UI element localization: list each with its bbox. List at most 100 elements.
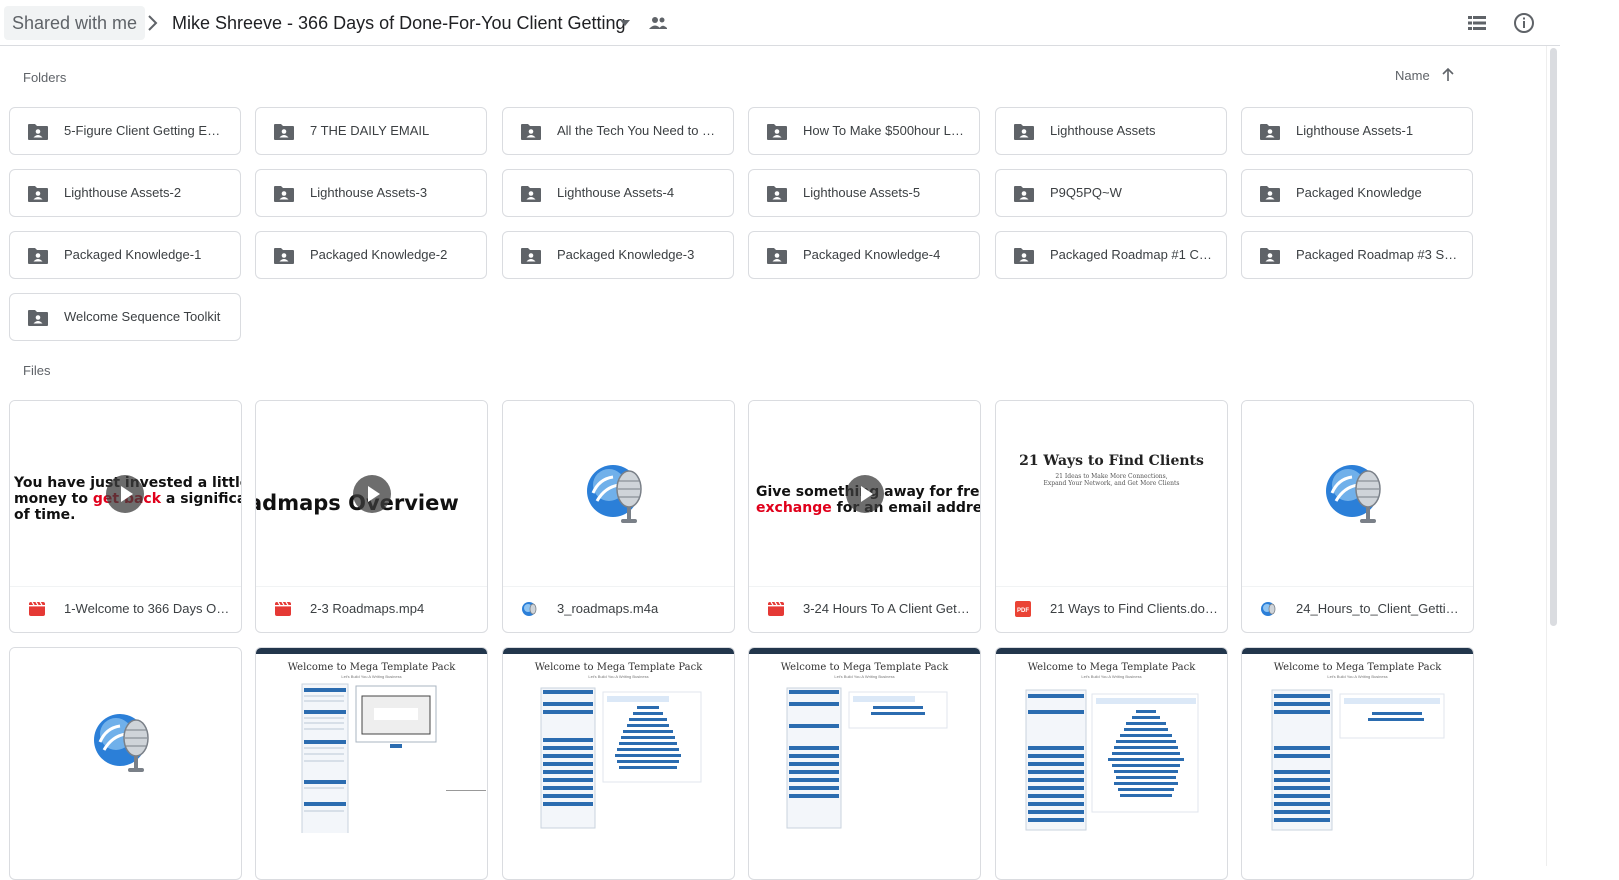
template-preview (301, 683, 486, 833)
shared-folder-icon (767, 124, 787, 140)
shared-folder-icon (1014, 124, 1034, 140)
file-card[interactable]: Welcome to Mega Template Pack Let's Buil… (748, 647, 981, 880)
files-section-label: Files (23, 363, 51, 378)
folder-item[interactable]: Packaged Knowledge-3 (502, 231, 734, 279)
microphone-icon (587, 465, 642, 523)
file-card[interactable]: You have just invested a little a money … (9, 400, 242, 633)
folder-name: Welcome Sequence Toolkit (64, 309, 221, 324)
thumbnail-title: Welcome to Mega Template Pack (534, 662, 703, 673)
folder-name: Packaged Roadmap #3 Soc... (1296, 247, 1462, 262)
scrollbar-thumb[interactable] (1550, 48, 1557, 626)
file-card[interactable] (9, 647, 242, 880)
microphone-icon (1326, 465, 1381, 523)
folder-name: 5-Figure Client Getting Ema... (64, 123, 230, 138)
shared-folder-icon (28, 124, 48, 140)
caret-down-icon[interactable] (618, 16, 632, 30)
audio-file-icon (1261, 602, 1276, 616)
folder-item[interactable]: Lighthouse Assets (995, 107, 1227, 155)
folder-item[interactable]: 5-Figure Client Getting Ema... (9, 107, 241, 155)
thumbnail-title: Welcome to Mega Template Pack (1273, 662, 1442, 673)
svg-text:PDF: PDF (1017, 608, 1029, 614)
thumbnail-subtitle: Let's Build You A Writing Business (588, 674, 649, 679)
list-view-icon[interactable] (1466, 12, 1488, 34)
play-icon[interactable] (106, 475, 144, 513)
thumbnail-subtitle: Let's Build You A Writing Business (341, 674, 402, 679)
file-name: 1-Welcome to 366 Days Of ... (64, 601, 232, 616)
file-card[interactable]: 21 Ways to Find Clients 21 Ideas to Make… (995, 400, 1228, 633)
folder-item[interactable]: Packaged Roadmap #3 Soc... (1241, 231, 1473, 279)
file-card[interactable]: 3_roadmaps.m4a (502, 400, 735, 633)
shared-folder-icon (1260, 186, 1280, 202)
folder-item[interactable]: Lighthouse Assets-3 (255, 169, 487, 217)
shared-folder-icon (274, 248, 294, 264)
file-thumbnail: 21 Ways to Find Clients 21 Ideas to Make… (996, 401, 1227, 586)
shared-folder-icon (28, 310, 48, 326)
shared-folder-icon (274, 186, 294, 202)
thumbnail-title: 21 Ways to Find Clients (1019, 453, 1204, 469)
folders-section-label: Folders (23, 70, 67, 85)
shared-folder-icon (28, 186, 48, 202)
people-icon[interactable] (648, 13, 668, 33)
breadcrumb-current-folder[interactable]: Mike Shreeve - 366 Days of Done-For-You … (172, 6, 626, 40)
thumbnail-title: Welcome to Mega Template Pack (287, 662, 456, 673)
folder-item[interactable]: Lighthouse Assets-5 (748, 169, 980, 217)
file-name: 24_Hours_to_Client_Getting... (1296, 601, 1464, 616)
template-preview (540, 687, 702, 829)
file-name: 3-24 Hours To A Client Gett... (803, 601, 971, 616)
folder-item[interactable]: Packaged Knowledge-4 (748, 231, 980, 279)
folder-name: Packaged Knowledge-2 (310, 247, 448, 262)
folder-item[interactable]: Packaged Roadmap #1 Cop... (995, 231, 1227, 279)
video-file-icon (275, 601, 291, 616)
folder-name: How To Make $500hour Let... (803, 123, 969, 138)
folder-item[interactable]: Packaged Knowledge-1 (9, 231, 241, 279)
file-thumbnail: Give something away for free i exchange … (749, 401, 980, 586)
top-bar: Shared with me Mike Shreeve - 366 Days o… (0, 0, 1560, 46)
file-card[interactable]: Welcome to Mega Template Pack Let's Buil… (502, 647, 735, 880)
file-thumbnail: Welcome to Mega Template Pack Let's Buil… (749, 648, 980, 833)
folder-name: Lighthouse Assets-5 (803, 185, 921, 200)
folder-item[interactable]: Lighthouse Assets-4 (502, 169, 734, 217)
file-card[interactable]: admaps Overview 2-3 Roadmaps.mp4 (255, 400, 488, 633)
microphone-icon (94, 714, 149, 772)
file-name: 3_roadmaps.m4a (557, 601, 659, 616)
thumbnail-subtitle: Let's Build You A Writing Business (1081, 674, 1142, 679)
folder-item[interactable]: Lighthouse Assets-2 (9, 169, 241, 217)
shared-folder-icon (521, 124, 541, 140)
folder-name: Packaged Knowledge-1 (64, 247, 202, 262)
play-icon[interactable] (846, 475, 884, 513)
play-icon[interactable] (353, 475, 391, 513)
folder-item[interactable]: 7 THE DAILY EMAIL (255, 107, 487, 155)
folder-item[interactable]: How To Make $500hour Let... (748, 107, 980, 155)
file-card[interactable]: Give something away for free i exchange … (748, 400, 981, 633)
folder-item[interactable]: All the Tech You Need to Kn... (502, 107, 734, 155)
thumbnail-title: Welcome to Mega Template Pack (780, 662, 949, 673)
folder-item[interactable]: Lighthouse Assets-1 (1241, 107, 1473, 155)
file-thumbnail (503, 401, 734, 586)
folder-item[interactable]: Packaged Knowledge (1241, 169, 1473, 217)
folder-name: All the Tech You Need to Kn... (557, 123, 723, 138)
file-name: 21 Ways to Find Clients.doc... (1050, 601, 1218, 616)
breadcrumb-shared-with-me[interactable]: Shared with me (4, 6, 146, 40)
folder-item[interactable]: P9Q5PQ~W (995, 169, 1227, 217)
pdf-file-icon: PDF (1015, 601, 1031, 617)
folder-name: Lighthouse Assets (1050, 123, 1156, 138)
folder-name: Packaged Knowledge-3 (557, 247, 695, 262)
vertical-scrollbar[interactable] (1546, 46, 1560, 866)
shared-folder-icon (1260, 124, 1280, 140)
file-card[interactable]: 24_Hours_to_Client_Getting... (1241, 400, 1474, 633)
shared-folder-icon (767, 186, 787, 202)
info-icon[interactable] (1512, 11, 1536, 35)
file-thumbnail: Welcome to Mega Template Pack Let's Buil… (1242, 648, 1473, 833)
file-thumbnail: admaps Overview (256, 401, 487, 586)
folder-item[interactable]: Packaged Knowledge-2 (255, 231, 487, 279)
arrow-up-icon[interactable] (1440, 67, 1456, 83)
sort-by-name-button[interactable]: Name (1395, 68, 1430, 83)
file-card[interactable]: Welcome to Mega Template Pack Let's Buil… (1241, 647, 1474, 880)
folder-name: Packaged Knowledge (1296, 185, 1422, 200)
video-file-icon (29, 601, 45, 616)
thumbnail-title: Welcome to Mega Template Pack (1027, 662, 1196, 673)
thumbnail-subtitle: 21 Ideas to Make More Connections, Expan… (1043, 473, 1180, 487)
folder-item[interactable]: Welcome Sequence Toolkit (9, 293, 241, 341)
file-card[interactable]: Welcome to Mega Template Pack Let's Buil… (995, 647, 1228, 880)
file-card[interactable]: Welcome to Mega Template Pack Let's Buil… (255, 647, 488, 880)
